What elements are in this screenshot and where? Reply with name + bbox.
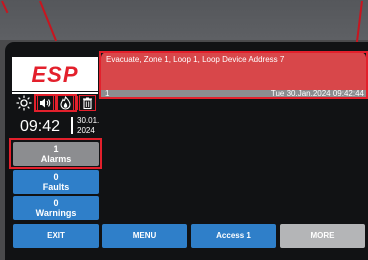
divider [71, 117, 73, 134]
logo-text: ESP [31, 62, 79, 87]
menu-button[interactable]: MENU [102, 224, 187, 248]
more-button[interactable]: MORE [280, 224, 365, 248]
annotation-highlight [99, 51, 368, 99]
annotation-highlight [9, 138, 102, 169]
trash-icon [79, 95, 96, 111]
background-header [0, 0, 368, 40]
faults-count: 0 [53, 172, 59, 182]
clock-date: 30.01. 2024 [77, 116, 99, 136]
annotation-highlight [34, 94, 77, 112]
warnings-count: 0 [53, 198, 59, 208]
event-list [101, 99, 366, 219]
warnings-button[interactable]: 0 Warnings [13, 196, 99, 220]
brand-logo: ESP [12, 57, 98, 91]
clock-time: 09:42 [20, 118, 61, 135]
clock: 09:42 30.01. 2024 [14, 114, 100, 138]
access-button[interactable]: Access 1 [191, 224, 276, 248]
sun-icon [16, 95, 32, 111]
clock-date-year: 2024 [77, 126, 95, 135]
clock-date-day-month: 30.01. [77, 116, 100, 125]
exit-button[interactable]: EXIT [13, 224, 99, 248]
warnings-label: Warnings [35, 208, 77, 218]
faults-label: Faults [42, 182, 70, 192]
faults-button[interactable]: 0 Faults [13, 170, 99, 194]
